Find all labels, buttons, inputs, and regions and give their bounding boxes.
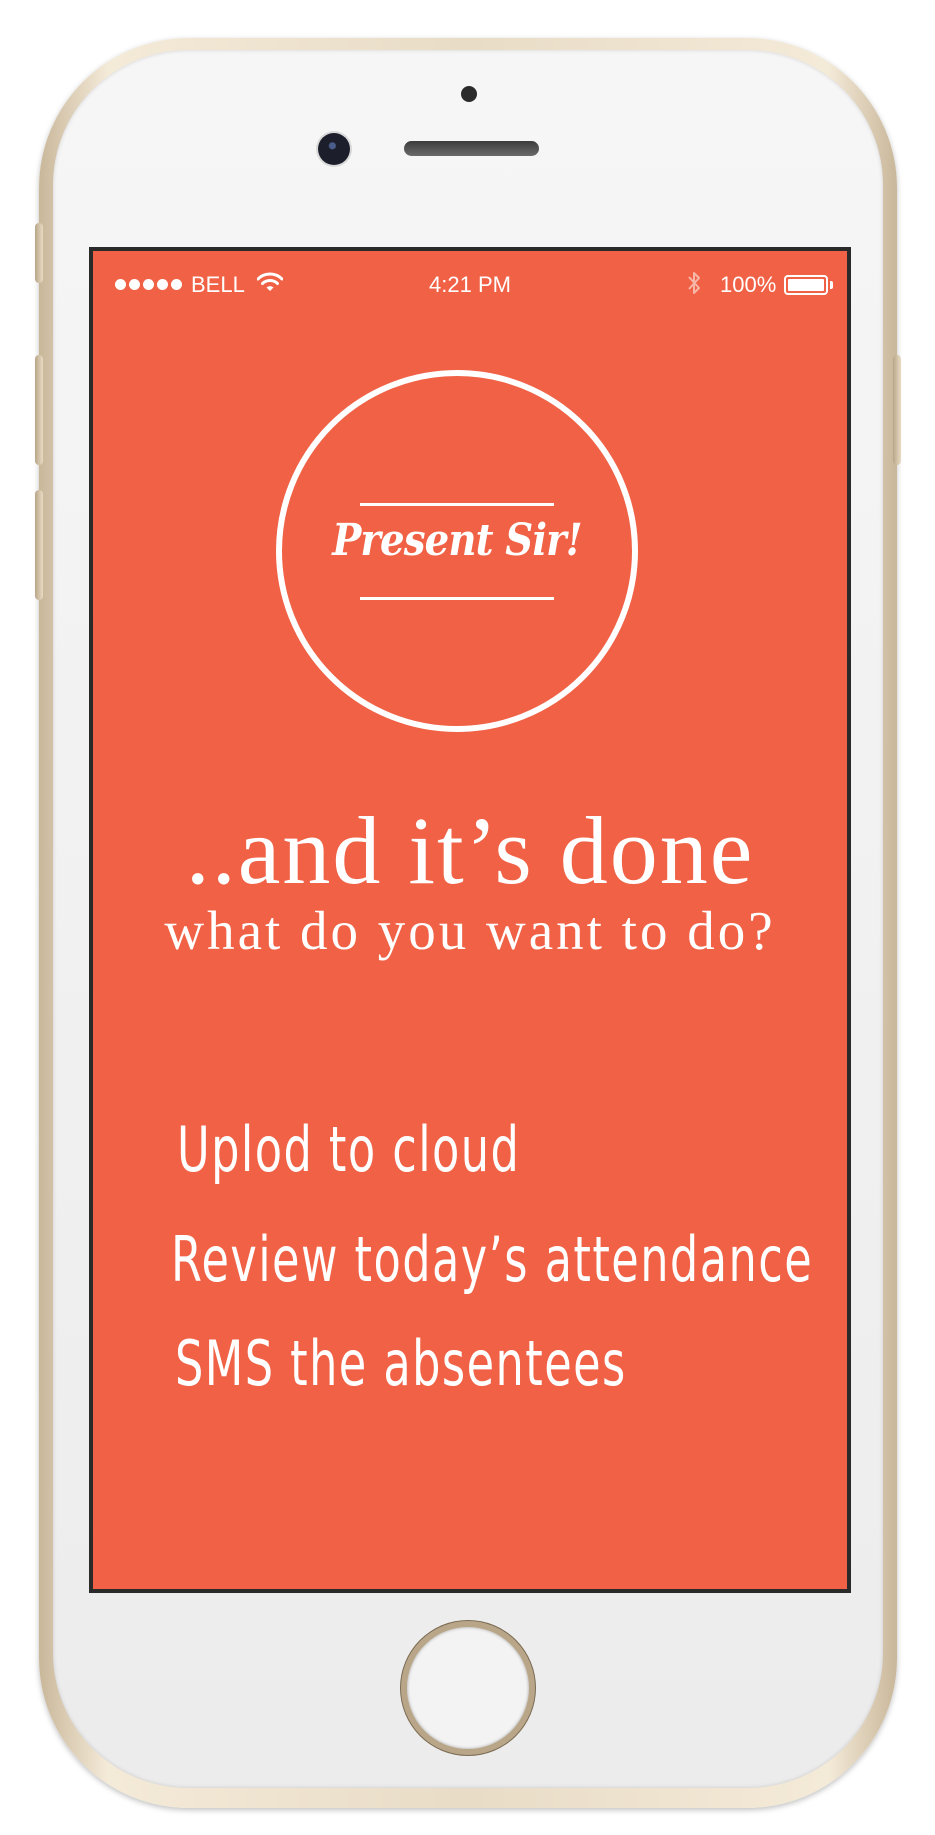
battery-icon [784, 275, 828, 295]
battery-tip [830, 281, 833, 289]
volume-down-button [35, 490, 43, 600]
sms-absentees-option[interactable]: SMS the absentees [175, 1333, 627, 1395]
headline: ..and it’s done [185, 797, 755, 904]
mute-switch [35, 223, 43, 283]
logo-rule-bottom [360, 597, 554, 600]
logo-rule-top [360, 503, 554, 506]
earpiece-speaker [404, 141, 539, 156]
volume-up-button [35, 355, 43, 465]
app-screen: BELL 4:21 PM 100% Present Sir! ..and it’… [89, 247, 851, 1593]
proximity-sensor [461, 86, 477, 102]
upload-to-cloud-option[interactable]: Uplod to cloud [177, 1119, 520, 1181]
subheadline: what do you want to do? [164, 900, 776, 961]
review-attendance-option[interactable]: Review today’s attendance [171, 1229, 813, 1291]
logo-text: Present Sir! [332, 515, 582, 566]
power-button [893, 355, 901, 465]
status-bar: BELL 4:21 PM 100% [93, 251, 847, 307]
app-logo: Present Sir! [276, 370, 638, 732]
battery-fill [788, 279, 824, 291]
home-button[interactable] [401, 1621, 535, 1755]
battery-percent: 100% [720, 272, 777, 297]
bluetooth-icon [688, 272, 700, 294]
front-camera [318, 133, 350, 165]
